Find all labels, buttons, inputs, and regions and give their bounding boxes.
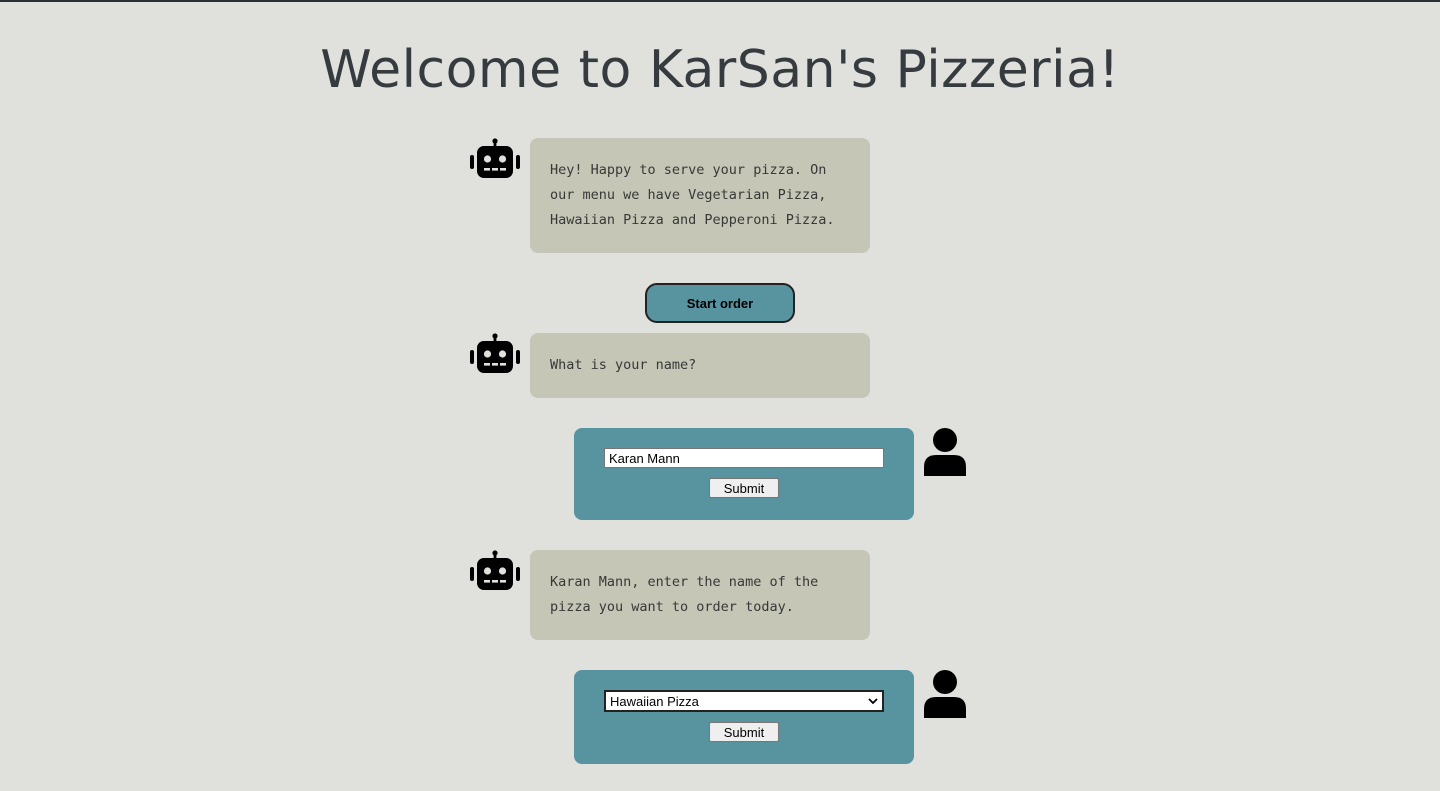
bot-message-text: What is your name?	[550, 357, 697, 373]
user-icon	[924, 670, 966, 718]
chevron-down-icon	[868, 697, 878, 704]
robot-icon	[470, 333, 520, 373]
bot-message-greeting: Hey! Happy to serve your pizza. On our m…	[530, 138, 870, 253]
pizza-submit-button[interactable]: Submit	[709, 722, 779, 742]
robot-icon	[470, 550, 520, 590]
user-pizza-form: Hawaiian Pizza Submit	[574, 670, 914, 764]
bot-message-ask-name: What is your name?	[530, 333, 870, 398]
bot-message-ask-pizza: Karan Mann, enter the name of the pizza …	[530, 550, 870, 640]
name-input[interactable]	[604, 448, 884, 468]
user-icon	[924, 428, 966, 476]
bot-message-text: Hey! Happy to serve your pizza. On our m…	[550, 162, 835, 228]
name-submit-button[interactable]: Submit	[709, 478, 779, 498]
pizza-select-value: Hawaiian Pizza	[610, 693, 699, 709]
pizza-select[interactable]: Hawaiian Pizza	[604, 690, 884, 712]
user-name-form: Submit	[574, 428, 914, 520]
page-title: Welcome to KarSan's Pizzeria!	[320, 40, 1120, 100]
start-order-button[interactable]: Start order	[645, 283, 795, 323]
bot-message-text: Karan Mann, enter the name of the pizza …	[550, 574, 819, 615]
robot-icon	[470, 138, 520, 178]
